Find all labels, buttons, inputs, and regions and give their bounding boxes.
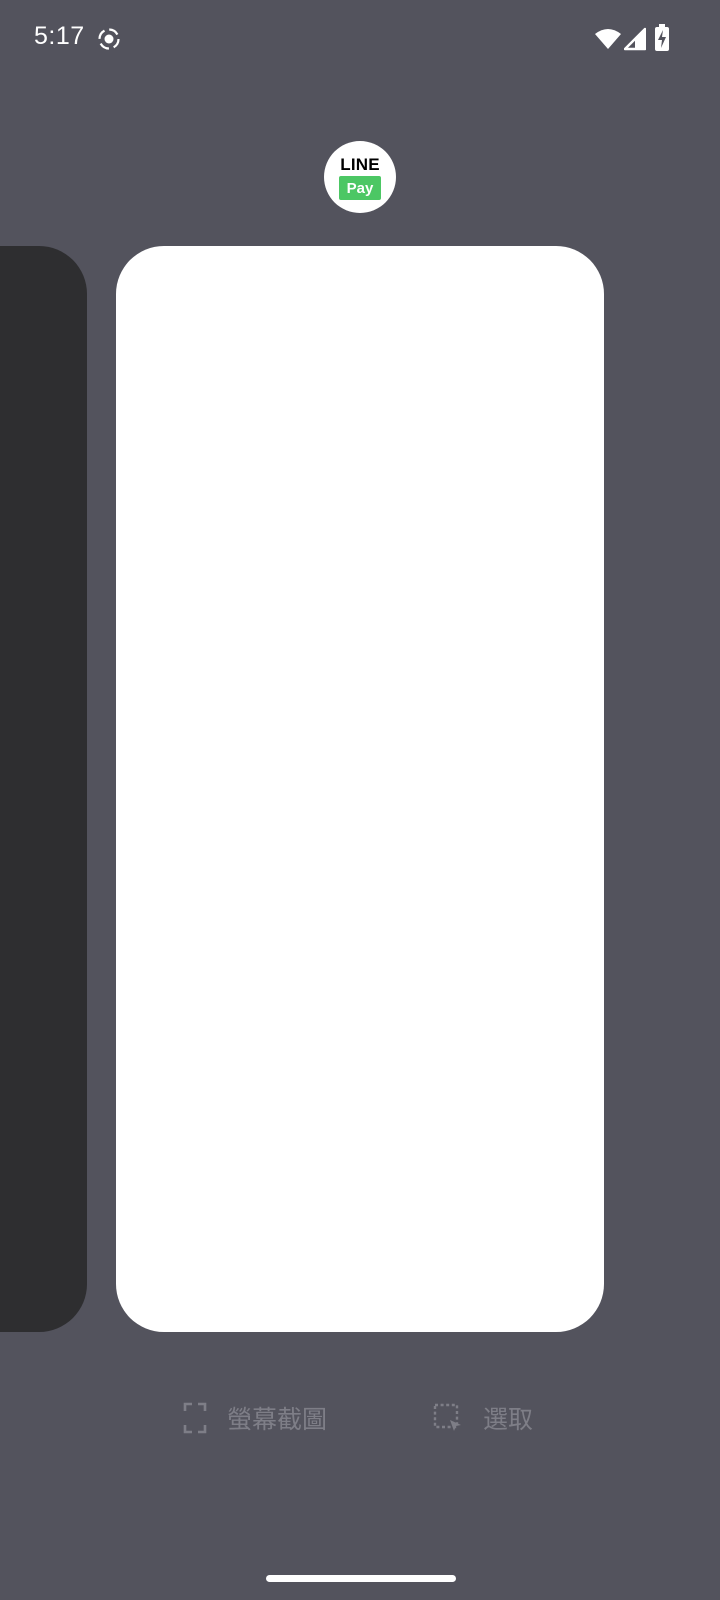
screenshot-button[interactable]: 螢幕截圖 [183,1396,327,1440]
battery-charging-icon [655,24,669,51]
screenshot-label: 螢幕截圖 [227,1406,328,1434]
select-icon [433,1403,461,1431]
status-time: 5:17 [34,22,85,50]
app-logo-pay-badge: Pay [339,176,381,200]
status-bar: 5:17 [0,0,720,80]
screen-record-icon [98,28,120,50]
screenshot-icon [183,1402,207,1434]
gesture-nav-handle[interactable] [266,1575,456,1582]
recent-card-previous[interactable] [0,246,87,1332]
app-icon-line-pay[interactable]: LINE Pay [324,141,396,213]
cell-signal-icon [624,27,646,51]
select-label: 選取 [483,1406,534,1434]
wifi-icon [595,29,621,49]
select-button[interactable]: 選取 [433,1396,533,1440]
app-logo-line-text: LINE [340,155,380,174]
recent-card-current[interactable] [116,246,604,1332]
recents-screen: 5:17 LINE Pay 螢幕截圖 選取 [0,0,720,1600]
